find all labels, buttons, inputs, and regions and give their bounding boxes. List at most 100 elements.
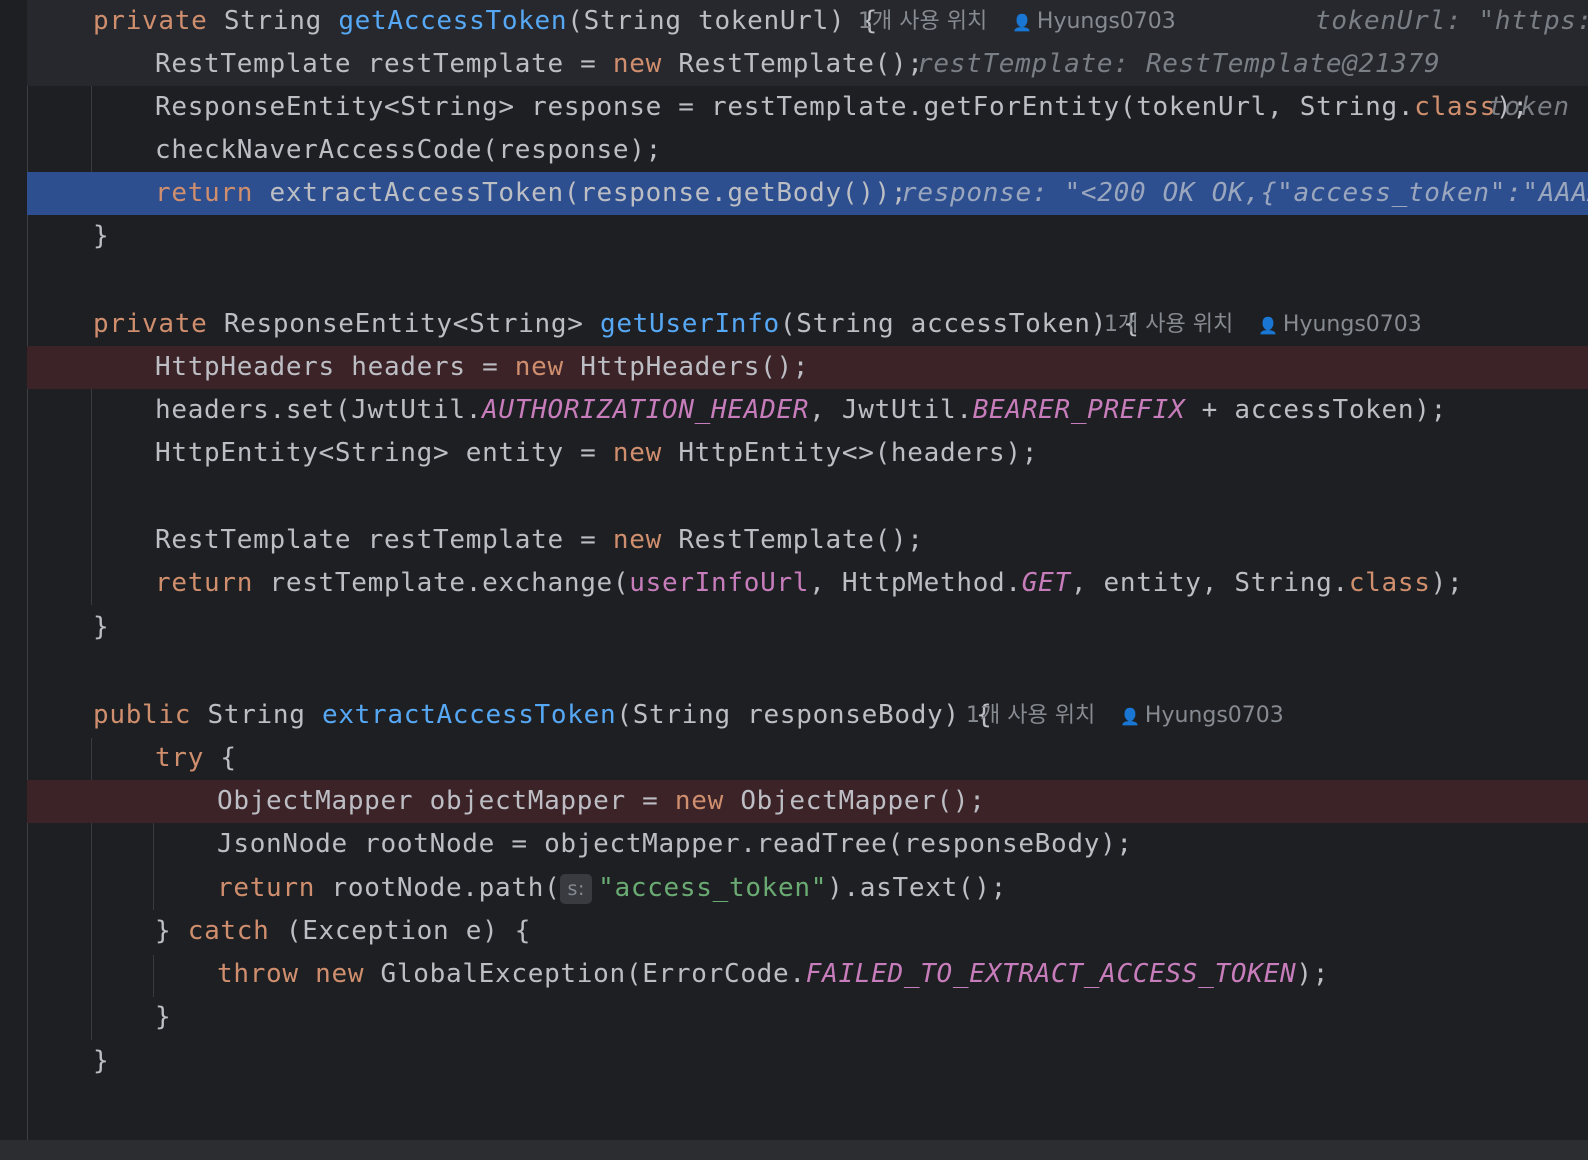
code-text: headers.set(JwtUtil.AUTHORIZATION_HEADER… bbox=[155, 389, 1447, 432]
debug-value[interactable]: response: "<200 OK OK,{"access_token":"A… bbox=[901, 172, 1588, 215]
code-line[interactable]: try { bbox=[27, 737, 1588, 780]
code-token: new bbox=[612, 438, 679, 468]
code-token: (String accessToken) { bbox=[779, 309, 1140, 339]
author-hint[interactable]: 👤 Hyungs0703 bbox=[1012, 0, 1176, 44]
author-hint[interactable]: 👤 Hyungs0703 bbox=[1258, 303, 1422, 347]
code-token: (Exception e) { bbox=[285, 916, 532, 946]
code-token: ObjectMapper(); bbox=[740, 786, 986, 816]
code-line[interactable]: return restTemplate.exchange(userInfoUrl… bbox=[27, 562, 1588, 605]
code-text: HttpEntity<String> entity = new HttpEnti… bbox=[155, 432, 1038, 475]
debug-value[interactable]: restTemplate: RestTemplate@21379 bbox=[917, 43, 1440, 86]
code-token: FAILED_TO_EXTRACT_ACCESS_TOKEN bbox=[805, 959, 1297, 989]
code-token: , HttpMethod. bbox=[809, 568, 1022, 598]
code-text: return restTemplate.exchange(userInfoUrl… bbox=[155, 562, 1463, 605]
code-token: ObjectMapper objectMapper = bbox=[217, 786, 675, 816]
code-text: throw new GlobalException(ErrorCode.FAIL… bbox=[217, 953, 1329, 996]
code-text: } catch (Exception e) { bbox=[155, 910, 531, 953]
code-line[interactable]: throw new GlobalException(ErrorCode.FAIL… bbox=[27, 953, 1588, 996]
debug-value[interactable]: token bbox=[1488, 86, 1570, 129]
code-token: restTemplate.exchange( bbox=[269, 568, 630, 598]
code-text: } bbox=[93, 1040, 109, 1083]
debug-value[interactable]: tokenUrl: "https: bbox=[1315, 0, 1588, 43]
code-token: , JwtUtil. bbox=[809, 395, 973, 425]
code-text: checkNaverAccessCode(response); bbox=[155, 129, 662, 172]
code-token: GlobalException(ErrorCode. bbox=[380, 959, 806, 989]
breakpoint-line[interactable]: ObjectMapper objectMapper = new ObjectMa… bbox=[27, 780, 1588, 823]
code-token: new bbox=[612, 525, 679, 555]
code-line[interactable]: } bbox=[27, 996, 1588, 1039]
code-token: return bbox=[155, 178, 270, 208]
code-token: String bbox=[207, 700, 322, 730]
code-token: public bbox=[93, 700, 208, 730]
code-text: RestTemplate restTemplate = new RestTemp… bbox=[155, 43, 924, 86]
code-token: RestTemplate restTemplate = bbox=[155, 49, 613, 79]
code-line[interactable]: } bbox=[27, 215, 1588, 258]
code-text: return extractAccessToken(response.getBo… bbox=[155, 172, 907, 215]
code-token: rootNode.path( bbox=[331, 873, 561, 903]
code-token: extractAccessToken(response.getBody()); bbox=[269, 178, 908, 208]
code-token: BEARER_PREFIX bbox=[972, 395, 1186, 425]
code-token: + accessToken); bbox=[1185, 395, 1447, 425]
code-line[interactable]: RestTemplate restTemplate = new RestTemp… bbox=[27, 519, 1588, 562]
code-token: "access_token" bbox=[598, 873, 828, 903]
execution-point-line[interactable]: return extractAccessToken(response.getBo… bbox=[27, 172, 1588, 215]
code-token: RestTemplate restTemplate = bbox=[155, 525, 613, 555]
code-token: ResponseEntity<String> bbox=[223, 309, 600, 339]
code-token: RestTemplate(); bbox=[678, 49, 924, 79]
code-token: return bbox=[155, 568, 270, 598]
code-line[interactable]: public String extractAccessToken(String … bbox=[27, 694, 1588, 737]
code-token: ).asText(); bbox=[827, 873, 1007, 903]
code-token: ); bbox=[1430, 568, 1464, 598]
code-token: HttpEntity<>(headers); bbox=[678, 438, 1039, 468]
code-token: } bbox=[155, 1002, 172, 1032]
code-line[interactable]: checkNaverAccessCode(response); bbox=[27, 129, 1588, 172]
code-token: } bbox=[93, 221, 110, 251]
code-token: (String tokenUrl) { bbox=[567, 6, 878, 36]
code-text: ResponseEntity<String> response = restTe… bbox=[155, 86, 1529, 129]
code-text: } bbox=[93, 606, 109, 649]
person-icon: 👤 bbox=[1258, 316, 1278, 335]
author-hint[interactable]: 👤 Hyungs0703 bbox=[1120, 694, 1284, 738]
code-line[interactable]: headers.set(JwtUtil.AUTHORIZATION_HEADER… bbox=[27, 389, 1588, 432]
code-line[interactable]: JsonNode rootNode = objectMapper.readTre… bbox=[27, 823, 1588, 866]
code-token: HttpEntity<String> entity = bbox=[155, 438, 613, 468]
person-icon: 👤 bbox=[1012, 13, 1032, 32]
code-line[interactable]: } bbox=[27, 606, 1588, 649]
code-token: String bbox=[223, 6, 339, 36]
code-text: HttpHeaders headers = new HttpHeaders(); bbox=[155, 346, 809, 389]
code-token: RestTemplate(); bbox=[678, 525, 924, 555]
code-text: } bbox=[93, 215, 109, 258]
code-token: try bbox=[155, 743, 221, 773]
code-line[interactable]: ResponseEntity<String> response = restTe… bbox=[27, 86, 1588, 129]
usage-hint[interactable]: 1개 사용 위치 bbox=[966, 694, 1095, 737]
code-token: new bbox=[674, 786, 741, 816]
code-line[interactable]: RestTemplate restTemplate = new RestTemp… bbox=[27, 43, 1588, 86]
breakpoint-line[interactable]: HttpHeaders headers = new HttpHeaders(); bbox=[27, 346, 1588, 389]
code-text: JsonNode rootNode = objectMapper.readTre… bbox=[217, 823, 1133, 866]
usage-hint[interactable]: 1개 사용 위치 bbox=[1104, 303, 1233, 346]
code-token: throw new bbox=[217, 959, 381, 989]
code-token: AUTHORIZATION_HEADER bbox=[482, 395, 810, 425]
code-line[interactable]: } catch (Exception e) { bbox=[27, 910, 1588, 953]
code-token: getAccessToken bbox=[338, 6, 568, 36]
code-text: private ResponseEntity<String> getUserIn… bbox=[93, 303, 1140, 346]
code-line[interactable]: private String getAccessToken(String tok… bbox=[27, 0, 1588, 43]
code-token: extractAccessToken bbox=[321, 700, 617, 730]
code-text: private String getAccessToken(String tok… bbox=[93, 0, 878, 43]
code-token: headers.set(JwtUtil. bbox=[155, 395, 483, 425]
code-editor[interactable]: private String getAccessToken(String tok… bbox=[0, 0, 1588, 1160]
editor-bottom-bar bbox=[0, 1140, 1588, 1160]
code-token: ); bbox=[1296, 959, 1330, 989]
person-icon: 👤 bbox=[1120, 707, 1140, 726]
code-token: userInfoUrl bbox=[629, 568, 810, 598]
code-line[interactable]: return rootNode.path(s: "access_token").a… bbox=[27, 867, 1588, 910]
code-line[interactable]: HttpEntity<String> entity = new HttpEnti… bbox=[27, 432, 1588, 475]
code-text: RestTemplate restTemplate = new RestTemp… bbox=[155, 519, 924, 562]
code-token: } bbox=[93, 612, 110, 642]
code-token: , entity, String. bbox=[1070, 568, 1349, 598]
code-line[interactable]: } bbox=[27, 1040, 1588, 1083]
code-line[interactable]: private ResponseEntity<String> getUserIn… bbox=[27, 303, 1588, 346]
usage-hint[interactable]: 1개 사용 위치 bbox=[858, 0, 987, 43]
code-token: { bbox=[220, 743, 237, 773]
code-token: class bbox=[1414, 92, 1496, 122]
